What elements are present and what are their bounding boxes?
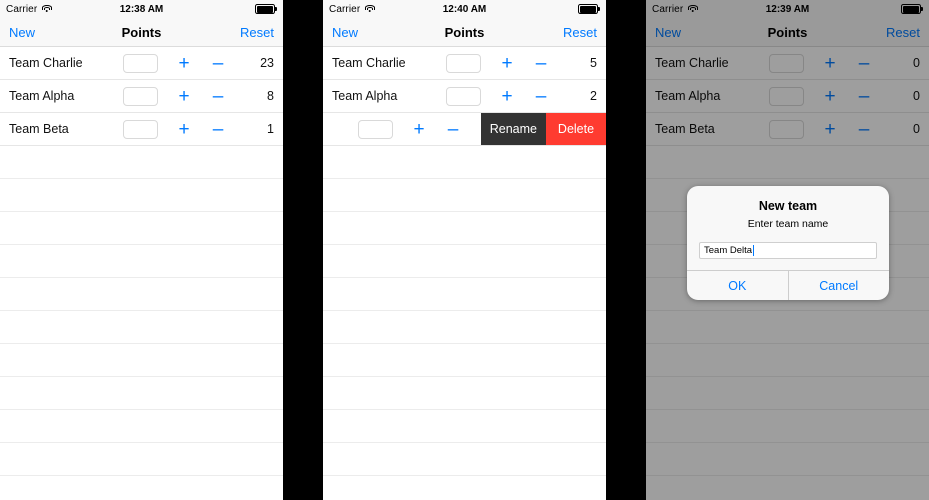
empty-row — [0, 443, 283, 476]
empty-row — [0, 344, 283, 377]
screenshot-stage: Carrier 12:38 AM New Points Reset Team Charli… — [0, 0, 929, 500]
empty-row — [0, 212, 283, 245]
status-bar-time: 12:38 AM — [119, 3, 164, 15]
empty-row — [0, 377, 283, 410]
empty-row — [323, 410, 606, 443]
row-content: Team Alpha + – 8 — [0, 80, 283, 112]
table-row[interactable]: Team Beta + – 1 — [0, 113, 283, 146]
battery-icon — [255, 4, 277, 14]
page-title: Points — [444, 24, 485, 40]
delete-button[interactable]: Delete — [546, 113, 606, 145]
status-bar-right — [255, 4, 277, 14]
row-content: Team Beta +– 1 — [0, 113, 283, 145]
decrement-button[interactable]: – — [208, 54, 228, 73]
empty-row — [0, 245, 283, 278]
decrement-button[interactable]: – — [531, 54, 551, 73]
battery-fill — [256, 5, 273, 13]
status-bar-right — [578, 4, 600, 14]
rename-button[interactable]: Rename — [480, 113, 546, 145]
battery-nub — [598, 7, 600, 11]
increment-button[interactable]: + — [497, 54, 517, 73]
dialog-ok-button[interactable]: OK — [687, 271, 788, 300]
empty-row — [323, 377, 606, 410]
team-list: Team Charlie+–5Team Alpha+–2Team Beta+–1… — [323, 47, 606, 500]
score-value: 8 — [267, 89, 274, 103]
score-value: 5 — [590, 56, 597, 70]
empty-row — [323, 278, 606, 311]
empty-row — [0, 146, 283, 179]
table-row[interactable]: Team Charlie + – 23 — [0, 47, 283, 80]
increment-button[interactable]: + — [174, 87, 194, 106]
battery-nub — [275, 7, 277, 11]
points-input[interactable] — [123, 53, 158, 73]
empty-row — [323, 212, 606, 245]
table-row[interactable]: Team Alpha + – 8 — [0, 80, 283, 113]
empty-row — [0, 179, 283, 212]
dialog-actions: OK Cancel — [687, 270, 889, 300]
status-bar-time: 12:40 AM — [442, 3, 487, 15]
nav-bar: New Points Reset — [323, 18, 606, 47]
team-name-label: Team Charlie — [9, 56, 83, 70]
empty-row — [323, 245, 606, 278]
row-content: Team Charlie + – 5 — [323, 47, 606, 79]
empty-row — [323, 146, 606, 179]
dialog-cancel-button[interactable]: Cancel — [787, 271, 890, 300]
battery-icon — [578, 4, 600, 14]
decrement-button[interactable]: – — [531, 87, 551, 106]
decrement-button[interactable]: – — [443, 120, 463, 139]
new-team-dialog: New team Enter team name Team Delta OK Cance… — [687, 186, 889, 300]
empty-row — [323, 179, 606, 212]
empty-row — [0, 410, 283, 443]
points-input[interactable] — [358, 119, 393, 139]
empty-row — [323, 476, 606, 500]
team-name-label: Team Beta — [9, 122, 69, 136]
dialog-title: New team — [758, 199, 818, 213]
empty-row — [323, 311, 606, 344]
team-name-input-value: Team Delta — [704, 245, 753, 256]
team-name-label: Team Charlie — [332, 56, 406, 70]
dialog-body: New team Enter team name Team Delta — [687, 186, 889, 270]
increment-button[interactable]: + — [409, 120, 429, 139]
team-name-label: Team Alpha — [332, 89, 398, 103]
score-value: 23 — [260, 56, 274, 70]
nav-bar: New Points Reset — [0, 18, 283, 47]
team-list: Team Charlie + –23 Team Alpha + –8 Team Beta + –… — [0, 47, 283, 500]
panel-left: Carrier 12:38 AM New Points Reset Team Charli… — [0, 0, 283, 500]
points-input[interactable] — [123, 86, 158, 106]
page-title: Points — [121, 24, 162, 40]
decrement-button[interactable]: – — [208, 120, 228, 139]
table-row[interactable]: Team Beta+–1RenameDelete — [323, 113, 606, 146]
dialog-message: Enter team name — [747, 218, 829, 230]
team-name-label: Team Alpha — [9, 89, 75, 103]
points-input[interactable] — [446, 53, 481, 73]
empty-row — [323, 344, 606, 377]
status-bar: Carrier 12:38 AM — [0, 0, 283, 18]
empty-row — [0, 311, 283, 344]
table-row[interactable]: Team Alpha + – 2 — [323, 80, 606, 113]
status-bar: Carrier 12:40 AM — [323, 0, 606, 18]
row-content: Team Charlie + – 23 — [0, 47, 283, 79]
swipe-actions: Rename Delete — [480, 113, 606, 145]
team-name-input[interactable]: Team Delta — [699, 242, 877, 259]
empty-row — [0, 278, 283, 311]
increment-button[interactable]: + — [174, 120, 194, 139]
battery-fill — [579, 5, 596, 13]
row-content: Team Alpha + – 2 — [323, 80, 606, 112]
score-value: 2 — [590, 89, 597, 103]
increment-button[interactable]: + — [174, 54, 194, 73]
text-cursor — [753, 245, 755, 256]
points-input[interactable] — [446, 86, 481, 106]
points-input[interactable] — [123, 119, 158, 139]
table-row[interactable]: Team Charlie + – 5 — [323, 47, 606, 80]
decrement-button[interactable]: – — [208, 87, 228, 106]
score-value: 1 — [267, 122, 274, 136]
panel-right: Carrier 12:39 AM New Points Reset Team Charli… — [646, 0, 929, 500]
increment-button[interactable]: + — [497, 87, 517, 106]
empty-row — [0, 476, 283, 500]
panel-middle: Carrier 12:40 AM New Points Reset Team Charli… — [323, 0, 606, 500]
empty-row — [323, 443, 606, 476]
